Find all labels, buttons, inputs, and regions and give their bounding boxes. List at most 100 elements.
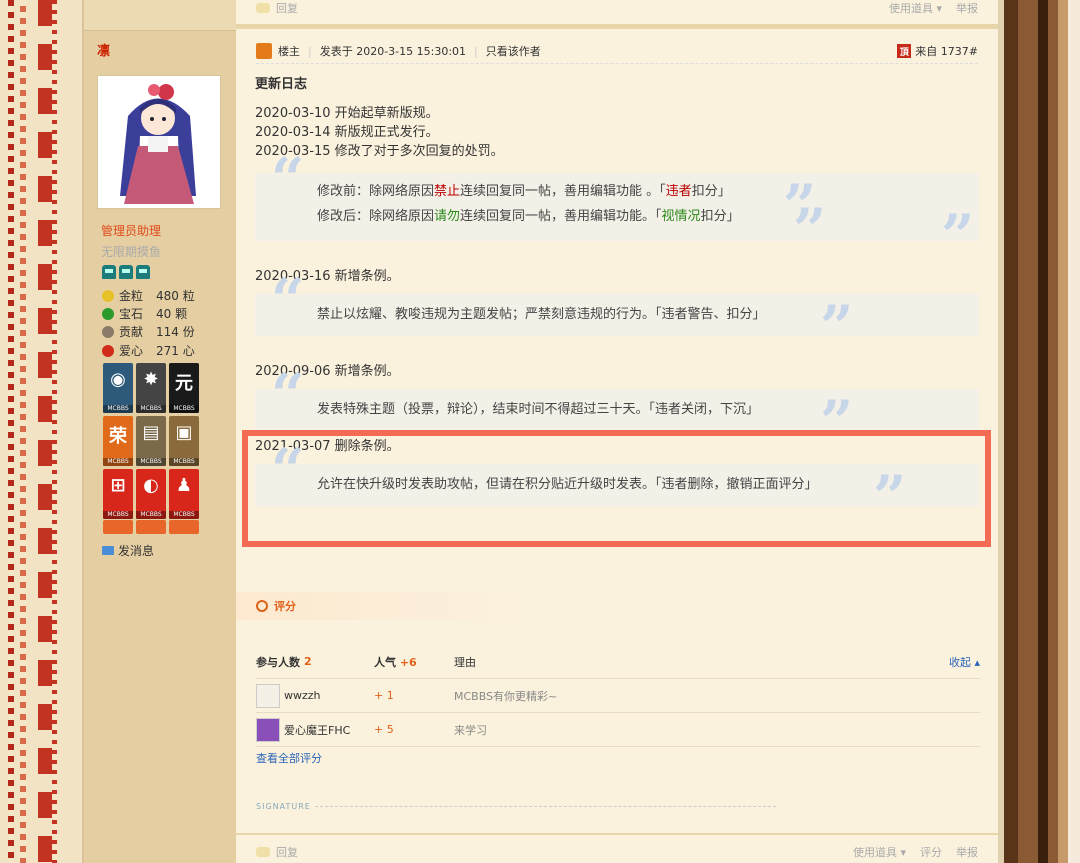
stat-gem: 宝石 40 颗	[102, 305, 187, 322]
post-time: 发表于 2020-3-15 15:30:01	[319, 45, 467, 58]
medal-icon[interactable]: ⊞ MCBBS	[103, 469, 133, 519]
medal-icon[interactable]: ♟ MCBBS	[169, 469, 199, 519]
send-message-label: 发消息	[118, 544, 155, 558]
user-group[interactable]: 管理员助理	[101, 222, 161, 239]
log-line: 2020-03-14 新版规正式发行。	[255, 125, 439, 140]
avatar-illustration	[98, 76, 220, 208]
quote-line: 禁止以炫耀、教唆违规为主题发帖；严禁刻意违规的行为。「违者警告、扣分」	[317, 307, 766, 322]
stat-value: 480 粒	[156, 289, 195, 303]
use-item-button[interactable]: 使用道具 ▾	[889, 0, 942, 16]
rank-icon	[119, 265, 133, 279]
reply-bubble-icon	[256, 3, 270, 13]
quote-line: 修改前：除网络原因禁止连续回复同一帖，善用编辑功能 。「违者扣分」	[317, 184, 731, 199]
signature-divider: SIGNATURE	[256, 802, 776, 811]
reply-button[interactable]: 回复	[256, 0, 298, 16]
avatar[interactable]	[256, 683, 280, 708]
stat-label: 爱心	[119, 344, 144, 358]
rating-header: 评分	[236, 592, 536, 620]
medal-grid: ◉ MCBBS ✸ MCBBS 元 MCBBS 荣 MCBBS ▤ MCBBS ▣ MCBB…	[103, 363, 199, 519]
rank-icons	[102, 265, 150, 279]
quote-line: 修改后：除网络原因请勿连续回复同一帖，善用编辑功能。「视情况扣分」	[317, 209, 740, 224]
quote-close-icon: ”	[793, 196, 827, 264]
rater-score: + 5	[374, 723, 394, 736]
post-meta: 楼主 | 发表于 2020-3-15 15:30:01 | 只看该作者 頂 来自…	[256, 39, 978, 64]
rank-icon	[136, 265, 150, 279]
gold-nugget-icon	[102, 289, 114, 302]
popularity-total: +6	[399, 655, 417, 669]
reply-button[interactable]: 回复	[256, 844, 298, 860]
quote-block: 禁止以炫耀、教唆违规为主题发帖；严禁刻意违规的行为。「违者警告、扣分」 ”	[255, 288, 979, 356]
author-sidebar: 凛 管理员助理 无限期摸鱼 金粒 480 粒 宝石 40 颗 贡献 114 份	[84, 0, 236, 863]
rating-title: 评分	[274, 600, 296, 613]
table-row: wwzzh + 1 MCBBS有你更精彩~	[256, 679, 980, 713]
log-line: 2020-03-10 开始起草新版规。	[255, 106, 439, 121]
rate-button[interactable]: 评分	[920, 844, 942, 860]
quote-close-icon: ”	[941, 202, 975, 270]
only-author-link[interactable]: 只看该作者	[486, 43, 541, 59]
collapse-link[interactable]: 收起 ▴	[949, 654, 980, 670]
rater-reason: 来学习	[454, 723, 487, 737]
quote-block: 发表特殊主题（投票，辩论），结束时间不得超过三十天。「违者关闭，下沉」 ”	[255, 383, 979, 451]
highlight-box	[242, 430, 991, 547]
medal-icon[interactable]: 元 MCBBS	[169, 363, 199, 413]
stat-label: 金粒	[119, 289, 144, 303]
medal-row-extra	[103, 520, 199, 534]
log-line: 2020-03-16 新增条例。	[255, 269, 400, 284]
avatar[interactable]	[97, 75, 221, 209]
avatar[interactable]	[256, 717, 280, 742]
rating-table-header: 参与人数 2 人气 +6 理由 收起 ▴	[256, 645, 980, 679]
source-badge-icon: 頂	[897, 44, 912, 58]
divider	[236, 833, 998, 835]
send-message-link[interactable]: 发消息	[102, 542, 154, 559]
medal-icon[interactable]: 荣 MCBBS	[103, 416, 133, 466]
medal-icon[interactable]: ◐ MCBBS	[136, 469, 166, 519]
medal-icon[interactable]	[169, 520, 199, 534]
medal-icon[interactable]: ▣ MCBBS	[169, 416, 199, 466]
stat-heart: 爱心 271 心	[102, 342, 195, 359]
quote-close-icon: ”	[820, 293, 854, 361]
reply-bubble-icon	[256, 847, 270, 857]
right-frame-decoration	[998, 0, 1080, 863]
author-name[interactable]: 凛	[97, 40, 110, 59]
floor-owner-icon	[256, 43, 272, 59]
table-row: 爱心魔王FHC + 5 来学习	[256, 713, 980, 747]
stat-value: 114 份	[156, 325, 195, 339]
use-item-button[interactable]: 使用道具 ▾	[853, 844, 906, 860]
left-decoration	[0, 0, 84, 863]
medal-icon[interactable]: ◉ MCBBS	[103, 363, 133, 413]
report-button[interactable]: 举报	[956, 0, 978, 16]
stat-contribution: 贡献 114 份	[102, 323, 195, 340]
user-subgroup: 无限期摸鱼	[101, 245, 162, 259]
quote-block: 修改前：除网络原因禁止连续回复同一帖，善用编辑功能 。「违者扣分」 修改后：除网…	[255, 167, 979, 265]
stat-value: 40 颗	[156, 307, 188, 321]
view-all-ratings-link[interactable]: 查看全部评分	[256, 750, 322, 766]
report-button[interactable]: 举报	[956, 844, 978, 860]
stat-label: 宝石	[119, 307, 144, 321]
medal-icon[interactable]: ✸ MCBBS	[136, 363, 166, 413]
quote-line: 发表特殊主题（投票，辩论），结束时间不得超过三十天。「违者关闭，下沉」	[317, 402, 760, 417]
rater-reason: MCBBS有你更精彩~	[454, 689, 558, 703]
emerald-icon	[102, 307, 114, 320]
divider	[236, 24, 998, 29]
medal-icon[interactable]: ▤ MCBBS	[136, 416, 166, 466]
log-line: 2020-09-06 新增条例。	[255, 364, 400, 379]
stat-label: 贡献	[119, 325, 144, 339]
medal-icon[interactable]	[103, 520, 133, 534]
participant-count: 2	[304, 655, 312, 668]
stat-gold: 金粒 480 粒	[102, 287, 195, 304]
medal-icon[interactable]	[136, 520, 166, 534]
previous-post-actions: 回复 使用道具 ▾ 举报	[256, 0, 978, 18]
envelope-icon	[102, 546, 114, 555]
stat-value: 271 心	[156, 344, 195, 358]
post-source[interactable]: 来自 1737#	[915, 43, 978, 59]
floor-label: 楼主	[278, 45, 300, 58]
contribution-icon	[102, 325, 114, 338]
heart-apple-icon	[102, 344, 114, 357]
rating-table: 参与人数 2 人气 +6 理由 收起 ▴ wwzzh + 1 MCBBS有你更精…	[256, 645, 980, 747]
post-title: 更新日志	[255, 77, 308, 92]
rating-icon	[256, 600, 268, 612]
rater-name[interactable]: wwzzh	[284, 689, 321, 702]
rater-name[interactable]: 爱心魔王FHC	[284, 722, 350, 738]
rank-icon	[102, 265, 116, 279]
rater-score: + 1	[374, 689, 394, 702]
